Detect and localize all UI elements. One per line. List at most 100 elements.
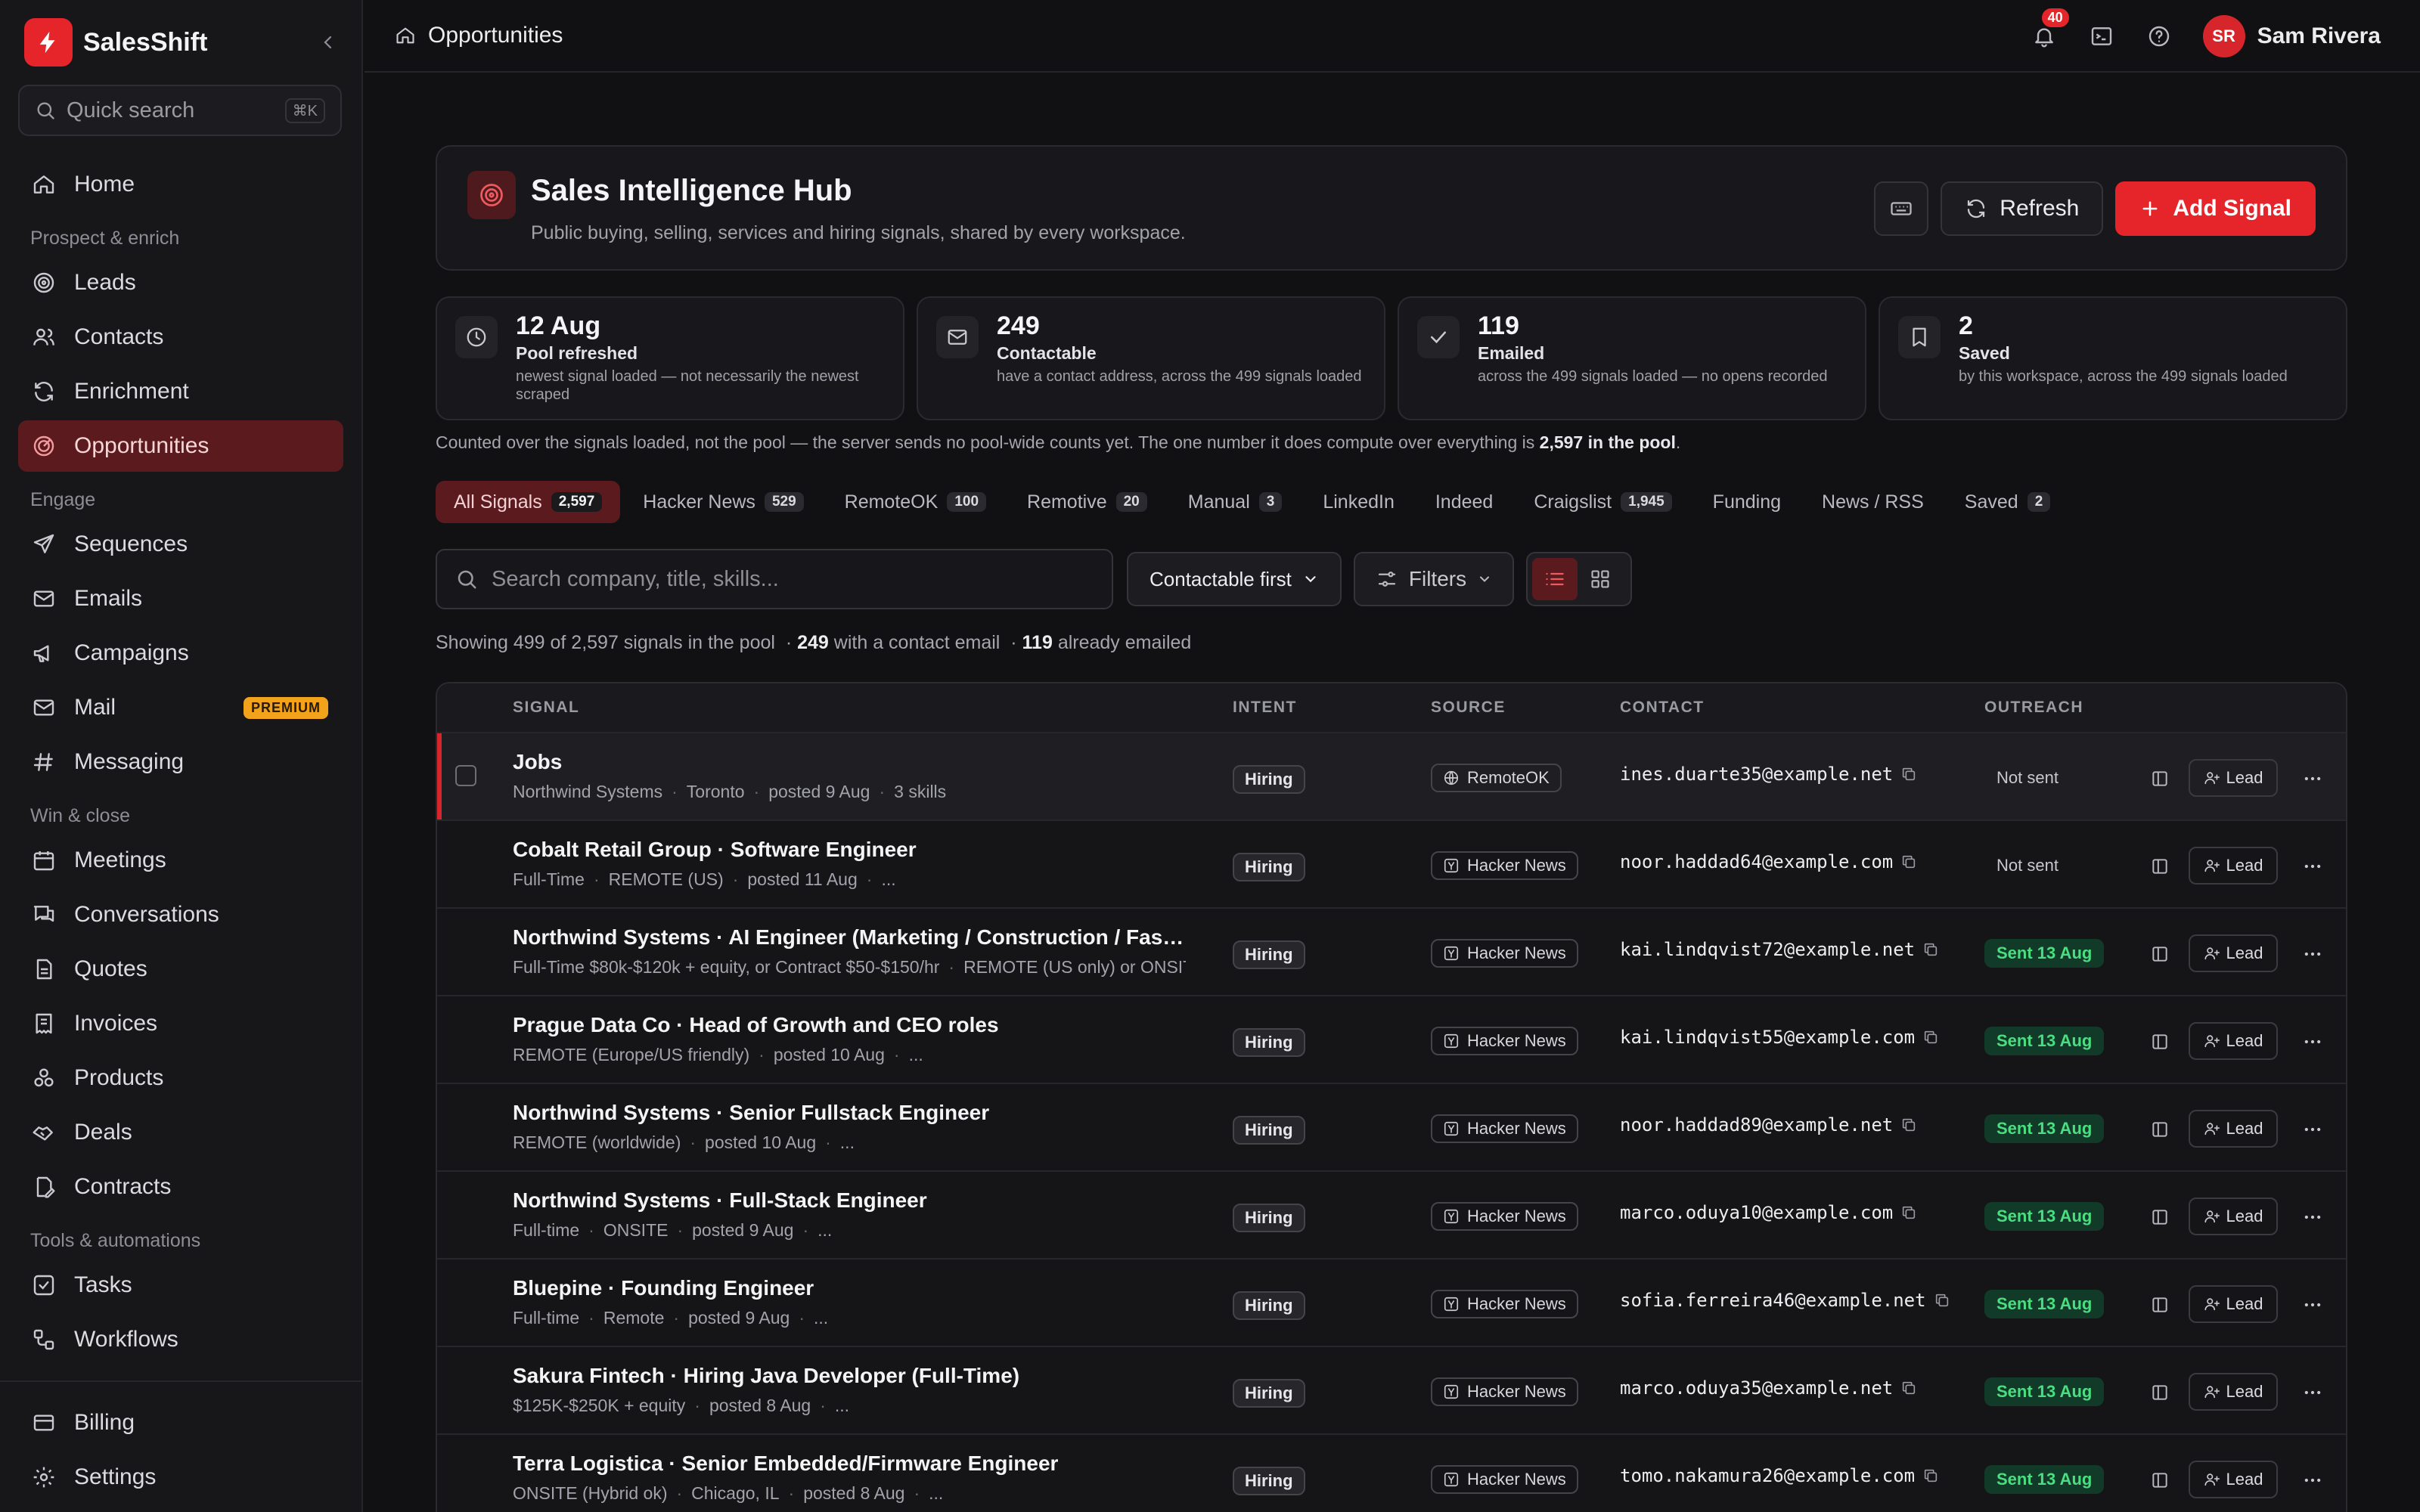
nav-quotes[interactable]: Quotes: [18, 943, 343, 995]
panel-icon[interactable]: [2148, 1380, 2172, 1405]
nav-products[interactable]: Products: [18, 1052, 343, 1104]
contact-email[interactable]: kai.lindqvist55@example.com: [1620, 1027, 1939, 1048]
refresh-button[interactable]: Refresh: [1941, 181, 2104, 236]
add-lead-button[interactable]: Lead: [2189, 1110, 2278, 1148]
copy-icon[interactable]: [1900, 1204, 1917, 1221]
nav-campaigns[interactable]: Campaigns: [18, 627, 343, 679]
add-lead-button[interactable]: Lead: [2189, 1022, 2278, 1060]
add-lead-button[interactable]: Lead: [2189, 1373, 2278, 1411]
signal-search-input[interactable]: [492, 566, 1094, 592]
nav-deals[interactable]: Deals: [18, 1107, 343, 1158]
nav-home[interactable]: Home: [18, 159, 343, 210]
more-icon[interactable]: [2299, 765, 2326, 792]
signal-title[interactable]: Northwind Systems · Senior Fullstack Eng…: [513, 1101, 989, 1125]
nav-contacts[interactable]: Contacts: [18, 311, 343, 363]
quick-search[interactable]: Quick search ⌘K: [18, 85, 342, 136]
contact-email[interactable]: tomo.nakamura26@example.com: [1620, 1465, 1939, 1486]
help-icon[interactable]: [2142, 20, 2176, 53]
signal-search[interactable]: [436, 549, 1113, 609]
tab-news-rss[interactable]: News / RSS: [1804, 481, 1942, 523]
more-icon[interactable]: [2299, 1116, 2326, 1143]
add-lead-button[interactable]: Lead: [2189, 934, 2278, 972]
terminal-icon[interactable]: [2085, 20, 2118, 53]
signal-title[interactable]: Northwind Systems · Full-Stack Engineer: [513, 1188, 927, 1213]
table-row[interactable]: Cobalt Retail Group · Software Engineer F…: [437, 820, 2346, 907]
nav-contracts[interactable]: Contracts: [18, 1161, 343, 1213]
nav-workflows[interactable]: Workflows: [18, 1314, 343, 1365]
avatar[interactable]: SR: [2202, 15, 2245, 57]
nav-invoices[interactable]: Invoices: [18, 998, 343, 1049]
column-header-outreach[interactable]: OUTREACH: [1984, 699, 2083, 717]
signal-title[interactable]: Bluepine · Founding Engineer: [513, 1276, 814, 1300]
contact-email[interactable]: marco.oduya10@example.com: [1620, 1202, 1917, 1223]
contact-email[interactable]: kai.lindqvist72@example.net: [1620, 939, 1939, 960]
nav-conversations[interactable]: Conversations: [18, 889, 343, 940]
panel-icon[interactable]: [2148, 854, 2172, 878]
nav-leads[interactable]: Leads: [18, 257, 343, 308]
nav-messaging[interactable]: Messaging: [18, 736, 343, 788]
nav-sequences[interactable]: Sequences: [18, 519, 343, 570]
column-header-source[interactable]: SOURCE: [1431, 699, 1506, 717]
tab-saved[interactable]: Saved 2: [1947, 481, 2068, 523]
bell-icon[interactable]: 40: [2028, 6, 2071, 53]
more-icon[interactable]: [2299, 940, 2326, 968]
tab-remoteok[interactable]: RemoteOK 100: [827, 481, 1004, 523]
add-lead-button[interactable]: Lead: [2189, 1285, 2278, 1323]
more-icon[interactable]: [2299, 1467, 2326, 1494]
brand[interactable]: SalesShift: [24, 18, 342, 67]
user-name[interactable]: Sam Rivera: [2257, 23, 2381, 49]
nav-enrichment[interactable]: Enrichment: [18, 366, 343, 417]
tab-remotive[interactable]: Remotive 20: [1009, 481, 1165, 523]
panel-icon[interactable]: [2148, 1030, 2172, 1054]
list-view-button[interactable]: [1532, 558, 1578, 600]
nav-opportunities[interactable]: Opportunities: [18, 420, 343, 472]
breadcrumb[interactable]: Opportunities: [395, 23, 563, 48]
row-checkbox[interactable]: [455, 765, 476, 786]
contact-email[interactable]: noor.haddad64@example.com: [1620, 851, 1917, 872]
copy-icon[interactable]: [1922, 941, 1939, 958]
sort-select[interactable]: Contactable first: [1127, 552, 1342, 606]
contact-email[interactable]: marco.oduya35@example.net: [1620, 1377, 1917, 1399]
add-signal-button[interactable]: Add Signal: [2115, 181, 2316, 236]
add-lead-button[interactable]: Lead: [2189, 847, 2278, 885]
signal-title[interactable]: Northwind Systems · AI Engineer (Marketi…: [513, 925, 1193, 950]
contact-email[interactable]: noor.haddad89@example.net: [1620, 1114, 1917, 1136]
tab-all-signals[interactable]: All Signals 2,597: [436, 481, 621, 523]
signal-title[interactable]: Cobalt Retail Group · Software Engineer: [513, 838, 917, 862]
tab-hacker-news[interactable]: Hacker News 529: [625, 481, 821, 523]
signal-title[interactable]: Jobs: [513, 750, 562, 774]
column-header-signal[interactable]: SIGNAL: [513, 699, 579, 717]
signal-title[interactable]: Sakura Fintech · Hiring Java Developer (…: [513, 1364, 1019, 1388]
column-header-intent[interactable]: INTENT: [1233, 699, 1297, 717]
add-lead-button[interactable]: Lead: [2189, 1461, 2278, 1498]
table-row[interactable]: Terra Logistica · Senior Embedded/Firmwa…: [437, 1433, 2346, 1512]
signal-title[interactable]: Prague Data Co · Head of Growth and CEO …: [513, 1013, 999, 1037]
panel-icon[interactable]: [2148, 767, 2172, 791]
panel-icon[interactable]: [2148, 1205, 2172, 1229]
panel-icon[interactable]: [2148, 942, 2172, 966]
contact-email[interactable]: ines.duarte35@example.net: [1620, 764, 1917, 785]
nav-meetings[interactable]: Meetings: [18, 835, 343, 886]
tab-manual[interactable]: Manual 3: [1170, 481, 1301, 523]
panel-icon[interactable]: [2148, 1293, 2172, 1317]
keyboard-shortcuts-button[interactable]: [1874, 181, 1929, 236]
tab-indeed[interactable]: Indeed: [1417, 481, 1511, 523]
table-row[interactable]: Northwind Systems · Senior Fullstack Eng…: [437, 1083, 2346, 1170]
nav-tasks[interactable]: Tasks: [18, 1259, 343, 1311]
grid-view-button[interactable]: [1578, 558, 1623, 600]
nav-emails[interactable]: Emails: [18, 573, 343, 624]
copy-icon[interactable]: [1900, 854, 1917, 870]
table-row[interactable]: Sakura Fintech · Hiring Java Developer (…: [437, 1346, 2346, 1433]
copy-icon[interactable]: [1900, 1380, 1917, 1396]
signal-title[interactable]: Terra Logistica · Senior Embedded/Firmwa…: [513, 1452, 1058, 1476]
column-header-contact[interactable]: CONTACT: [1620, 699, 1705, 717]
more-icon[interactable]: [2299, 1028, 2326, 1055]
more-icon[interactable]: [2299, 1379, 2326, 1406]
table-row[interactable]: Northwind Systems · AI Engineer (Marketi…: [437, 907, 2346, 995]
filters-button[interactable]: Filters: [1354, 552, 1514, 606]
tab-linkedin[interactable]: LinkedIn: [1305, 481, 1413, 523]
contact-email[interactable]: sofia.ferreira46@example.net: [1620, 1290, 1950, 1311]
more-icon[interactable]: [2299, 1204, 2326, 1231]
add-lead-button[interactable]: Lead: [2189, 759, 2278, 797]
table-row[interactable]: Northwind Systems · Full-Stack Engineer F…: [437, 1170, 2346, 1258]
